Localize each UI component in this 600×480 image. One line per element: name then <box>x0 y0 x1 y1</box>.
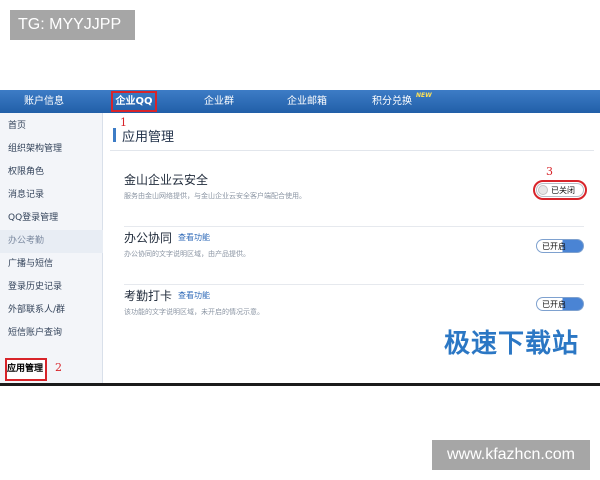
sidebar-item-qq-login[interactable]: QQ登录管理 <box>0 207 103 230</box>
nav-account-info[interactable]: 账户信息 <box>8 90 80 113</box>
toggle-knob <box>538 185 548 195</box>
site-logo: 极速下载站 <box>444 329 580 359</box>
sidebar-item-permission-roles[interactable]: 权限角色 <box>0 161 103 184</box>
app-window: 账户信息 企业QQ 企业群 企业邮箱 积分兑换 NEW 首页 组织架构管理 权限… <box>0 90 600 386</box>
sidebar-item-org-structure[interactable]: 组织架构管理 <box>0 138 103 161</box>
sidebar-item-broadcast-sms[interactable]: 广播与短信 <box>0 253 103 276</box>
sidebar-item-app-management[interactable]: 应用管理 <box>5 358 47 381</box>
app-row-kingsoft: 金山企业云安全 服务由金山网络提供，与金山企业云安全客户端配合使用。 3 已关闭 <box>124 165 594 227</box>
watermark-bottom: www.kfazhcn.com <box>432 440 590 470</box>
app-description: 办公协同的文字说明区域，由产品提供。 <box>124 250 250 258</box>
toggle-label: 已开启 <box>542 300 566 309</box>
annotation-2: 2 <box>55 361 62 374</box>
page-title: 应用管理 <box>122 130 175 145</box>
nav-enterprise-group[interactable]: 企业群 <box>188 90 250 113</box>
toggle-label: 已关闭 <box>551 186 575 195</box>
status-toggle-off[interactable]: 已关闭 <box>533 180 587 200</box>
sidebar: 首页 组织架构管理 权限角色 消息记录 QQ登录管理 办公考勤 广播与短信 登录… <box>0 113 103 383</box>
sidebar-item-message-records[interactable]: 消息记录 <box>0 184 103 207</box>
top-navigation: 账户信息 企业QQ 企业群 企业邮箱 积分兑换 NEW <box>0 90 600 113</box>
toggle-label: 已开启 <box>542 242 566 251</box>
status-toggle-on[interactable]: 已开启 <box>536 239 584 253</box>
app-name: 办公协同 <box>124 231 173 245</box>
main-panel: 应用管理 金山企业云安全 服务由金山网络提供，与金山企业云安全客户端配合使用。 … <box>104 113 600 383</box>
row-divider <box>124 226 584 227</box>
bottom-border <box>0 383 600 386</box>
sidebar-item-sms-account[interactable]: 短信账户查询 <box>0 322 103 345</box>
app-description: 服务由金山网络提供，与金山企业云安全客户端配合使用。 <box>124 192 306 200</box>
sidebar-group-office-attendance: 办公考勤 <box>0 230 103 253</box>
row-divider <box>124 284 584 285</box>
title-accent-bar <box>113 128 116 142</box>
watermark-top: TG: MYYJJPP <box>10 10 135 40</box>
view-features-link[interactable]: 查看功能 <box>178 290 210 301</box>
nav-points-exchange[interactable]: 积分兑换 <box>366 90 418 113</box>
view-features-link[interactable]: 查看功能 <box>178 232 210 243</box>
app-row-office-collab: 办公协同 查看功能 办公协同的文字说明区域，由产品提供。 已开启 <box>124 229 594 285</box>
title-divider <box>110 150 594 151</box>
sidebar-item-home[interactable]: 首页 <box>0 115 103 138</box>
status-toggle-on[interactable]: 已开启 <box>536 297 584 311</box>
app-name: 考勤打卡 <box>124 289 173 303</box>
app-name: 金山企业云安全 <box>124 173 209 187</box>
nav-enterprise-mail[interactable]: 企业邮箱 <box>276 90 338 113</box>
sidebar-item-login-history[interactable]: 登录历史记录 <box>0 276 103 299</box>
annotation-3: 3 <box>546 165 553 178</box>
new-badge: NEW <box>416 92 432 99</box>
app-description: 该功能的文字说明区域，未开启的情况示意。 <box>124 308 264 316</box>
nav-enterprise-qq[interactable]: 企业QQ <box>110 90 158 113</box>
sidebar-item-external-contacts[interactable]: 外部联系人/群 <box>0 299 103 322</box>
